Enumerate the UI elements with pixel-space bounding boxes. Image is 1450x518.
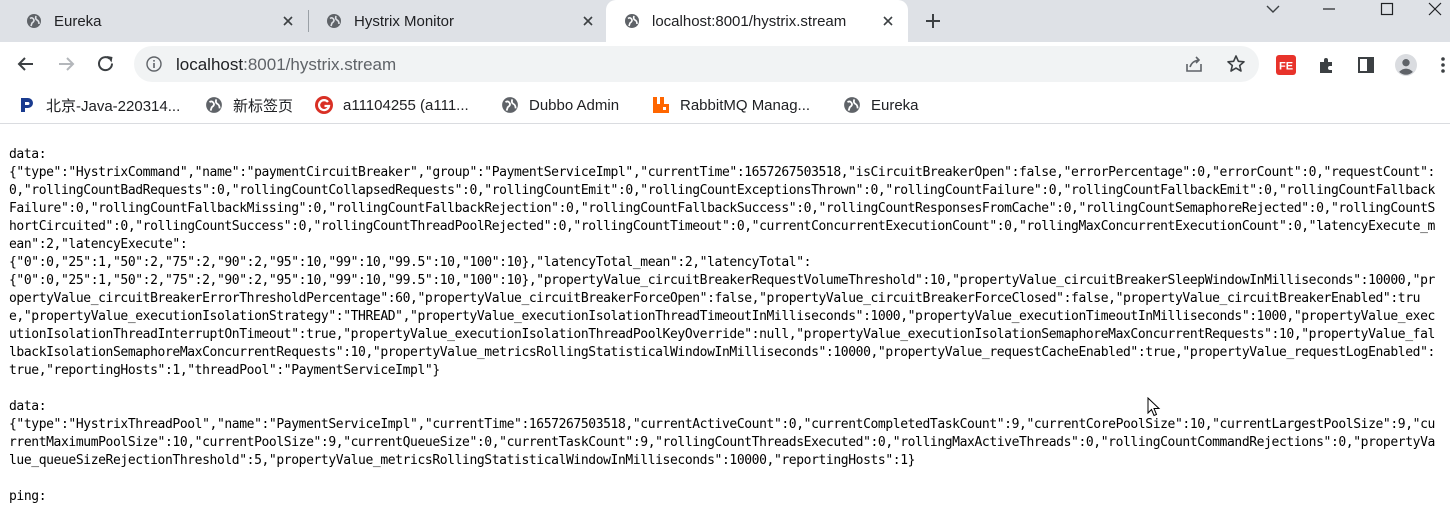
close-icon xyxy=(1428,2,1442,16)
address-bar[interactable]: localhost:8001/hystrix.stream xyxy=(134,46,1259,82)
share-button[interactable] xyxy=(1184,54,1204,74)
side-panel-icon xyxy=(1358,57,1374,73)
bookmark-star-button[interactable] xyxy=(1226,54,1246,74)
bookmark-label: Eureka xyxy=(871,96,919,114)
globe-icon xyxy=(625,14,639,28)
info-icon[interactable] xyxy=(146,56,162,72)
fe-extension-icon: FE xyxy=(1276,55,1296,75)
maximize-button[interactable] xyxy=(1364,0,1410,18)
url-text[interactable]: localhost:8001/hystrix.stream xyxy=(176,55,396,75)
bookmark-item[interactable]: 北京-Java-220314... xyxy=(18,95,180,115)
mouse-cursor-icon xyxy=(1147,397,1161,417)
profile-button[interactable] xyxy=(1395,54,1417,76)
new-tab-button[interactable] xyxy=(922,10,944,32)
avatar-icon xyxy=(1395,54,1417,76)
forward-button[interactable] xyxy=(54,52,78,76)
fe-extension-label: FE xyxy=(1279,61,1293,73)
bookmark-label: RabbitMQ Manag... xyxy=(680,96,811,114)
rabbitmq-icon xyxy=(652,96,670,114)
minimize-icon xyxy=(1323,8,1335,10)
tab-eureka[interactable]: Eureka xyxy=(0,0,308,42)
toolbar: localhost:8001/hystrix.stream FE xyxy=(0,42,1450,86)
share-icon xyxy=(1186,56,1202,72)
tab-search-button[interactable] xyxy=(1250,0,1296,18)
globe-icon xyxy=(27,14,41,28)
extensions-button[interactable] xyxy=(1316,54,1338,76)
globe-icon xyxy=(205,96,223,114)
reload-button[interactable] xyxy=(94,52,118,76)
tab-title: Hystrix Monitor xyxy=(354,12,455,30)
tab-title: localhost:8001/hystrix.stream xyxy=(652,12,847,30)
globe-icon xyxy=(501,96,519,114)
tab-hystrix-stream[interactable]: localhost:8001/hystrix.stream xyxy=(606,0,908,42)
arrow-right-icon xyxy=(59,57,75,71)
url-path: :8001/hystrix.stream xyxy=(243,55,397,74)
back-button[interactable] xyxy=(14,52,38,76)
bookmarks-bar: 北京-Java-220314... 新标签页 a11104255 (a111..… xyxy=(0,86,1450,124)
close-window-button[interactable] xyxy=(1420,0,1450,18)
bookmark-item[interactable]: 新标签页 xyxy=(205,95,293,115)
bookmark-item[interactable]: a11104255 (a111... xyxy=(315,95,469,115)
puzzle-icon xyxy=(1320,58,1332,73)
tab-strip: Eureka Hystrix Monitor localhost:8001/hy… xyxy=(0,0,1450,42)
g-logo-icon xyxy=(315,96,333,114)
bookmark-label: a11104255 (a111... xyxy=(343,96,469,114)
reload-icon xyxy=(98,56,114,72)
close-icon[interactable] xyxy=(580,13,596,29)
arrow-left-icon xyxy=(17,57,33,71)
bookmark-label: 北京-Java-220314... xyxy=(46,97,181,115)
hystrix-stream-text: data: {"type":"HystrixCommand","name":"p… xyxy=(9,147,1435,504)
more-vert-icon xyxy=(1441,57,1445,73)
close-icon[interactable] xyxy=(880,13,896,29)
plus-icon xyxy=(926,14,940,28)
bookmark-label: 新标签页 xyxy=(233,97,294,115)
page-content: data: {"type":"HystrixCommand","name":"p… xyxy=(0,124,1450,518)
fe-extension-button[interactable]: FE xyxy=(1275,54,1297,76)
side-panel-button[interactable] xyxy=(1355,54,1377,76)
bookmark-item[interactable]: Dubbo Admin xyxy=(501,95,619,115)
close-icon[interactable] xyxy=(280,13,296,29)
star-icon xyxy=(1227,55,1245,72)
tab-hystrix-monitor[interactable]: Hystrix Monitor xyxy=(300,0,608,42)
menu-button[interactable] xyxy=(1436,54,1450,76)
chevron-down-icon xyxy=(1266,5,1280,13)
maximize-icon xyxy=(1380,2,1394,16)
bookmark-label: Dubbo Admin xyxy=(529,96,620,114)
tab-title: Eureka xyxy=(54,12,102,30)
globe-icon xyxy=(843,96,861,114)
bookmark-item[interactable]: Eureka xyxy=(843,95,919,115)
minimize-button[interactable] xyxy=(1306,0,1352,18)
globe-icon xyxy=(327,14,341,28)
p-logo-icon xyxy=(18,96,36,114)
bookmark-item[interactable]: RabbitMQ Manag... xyxy=(652,95,810,115)
url-host: localhost xyxy=(176,55,244,74)
